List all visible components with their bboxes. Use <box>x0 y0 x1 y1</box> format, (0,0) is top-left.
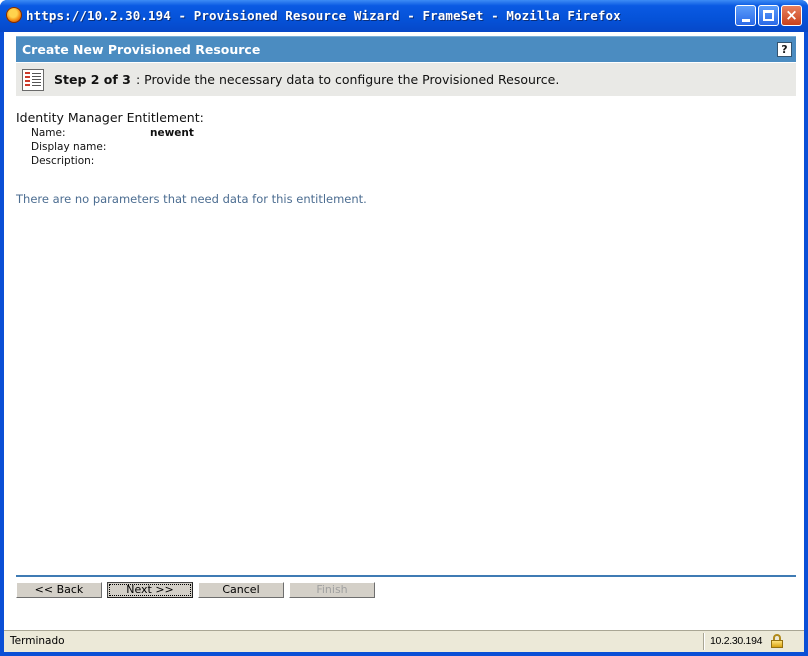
close-icon: × <box>785 6 798 24</box>
display-name-label: Display name: <box>31 141 107 153</box>
page-title: Create New Provisioned Resource <box>22 42 261 57</box>
status-host: 10.2.30.194 <box>710 635 763 647</box>
window-title: https://10.2.30.194 - Provisioned Resour… <box>26 8 621 23</box>
help-icon[interactable]: ? <box>777 42 792 57</box>
maximize-icon <box>763 10 774 21</box>
no-parameters-message: There are no parameters that need data f… <box>16 192 367 206</box>
step-description: : Provide the necessary data to configur… <box>136 72 560 87</box>
step-indicator: Step 2 of 3 : Provide the necessary data… <box>16 63 796 96</box>
name-label: Name: <box>31 127 66 139</box>
minimize-icon <box>741 18 750 22</box>
status-separator <box>703 633 705 650</box>
entitlement-section-title: Identity Manager Entitlement: <box>16 110 204 125</box>
minimize-button[interactable] <box>735 5 756 26</box>
wizard-step-icon <box>22 69 44 91</box>
description-label: Description: <box>31 155 95 167</box>
status-text: Terminado <box>10 635 65 647</box>
finish-button[interactable]: Finish <box>289 582 375 598</box>
status-bar: Terminado 10.2.30.194 <box>4 630 804 652</box>
button-divider <box>16 575 796 577</box>
page-content: Create New Provisioned Resource ? Step 2… <box>4 32 804 630</box>
browser-window: https://10.2.30.194 - Provisioned Resour… <box>0 0 808 656</box>
next-button[interactable]: Next >> <box>107 582 193 598</box>
firefox-icon <box>6 7 22 23</box>
wizard-header: Create New Provisioned Resource ? <box>16 36 796 62</box>
name-value: newent <box>150 127 194 139</box>
step-label: Step 2 of 3 <box>54 72 131 87</box>
title-bar[interactable]: https://10.2.30.194 - Provisioned Resour… <box>0 0 808 32</box>
close-button[interactable]: × <box>781 5 802 26</box>
cancel-button[interactable]: Cancel <box>198 582 284 598</box>
back-button[interactable]: << Back <box>16 582 102 598</box>
lock-icon[interactable] <box>770 634 784 649</box>
maximize-button[interactable] <box>758 5 779 26</box>
